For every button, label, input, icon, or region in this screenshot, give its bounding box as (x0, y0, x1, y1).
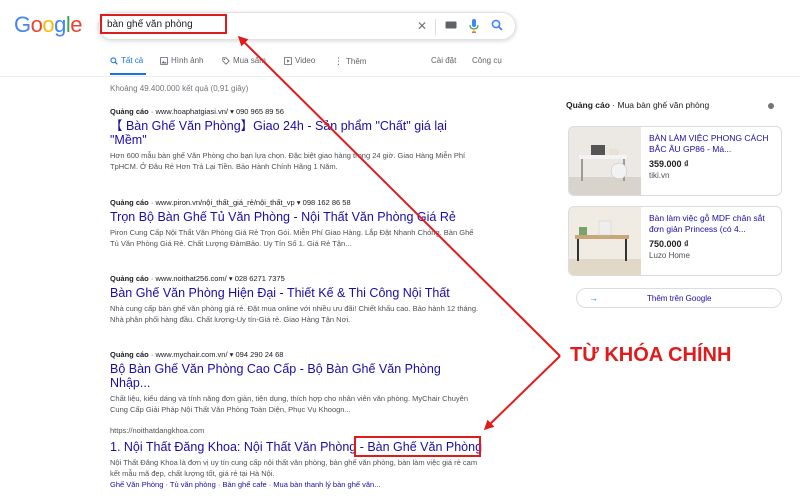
annotation-arrows (237, 35, 561, 431)
main-keyword-label: TỪ KHÓA CHÍNH (570, 344, 732, 366)
arrow-to-result-keyword (483, 355, 561, 431)
arrow-to-search-keyword (237, 35, 561, 357)
